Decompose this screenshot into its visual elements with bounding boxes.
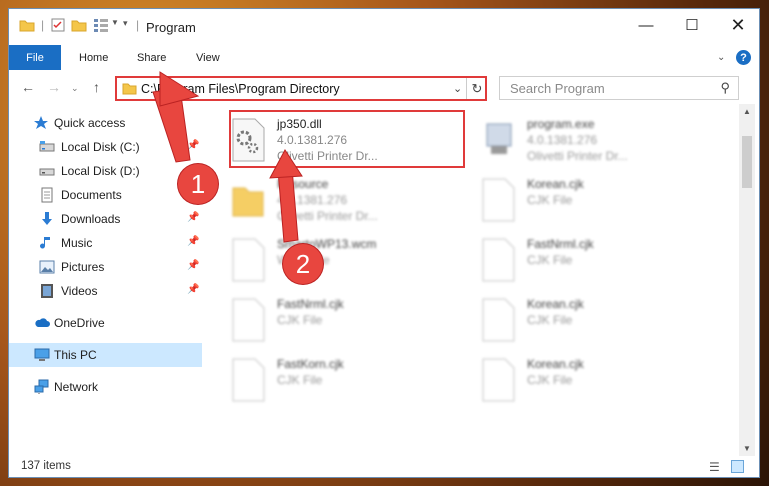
step-badge-1: 1 bbox=[178, 164, 218, 204]
arrow-2-head bbox=[269, 149, 303, 179]
step-badge-2: 2 bbox=[283, 244, 323, 284]
annotation-arrows bbox=[152, 71, 303, 243]
arrow-2-shaft bbox=[277, 167, 299, 243]
arrow-1-head bbox=[159, 71, 200, 107]
